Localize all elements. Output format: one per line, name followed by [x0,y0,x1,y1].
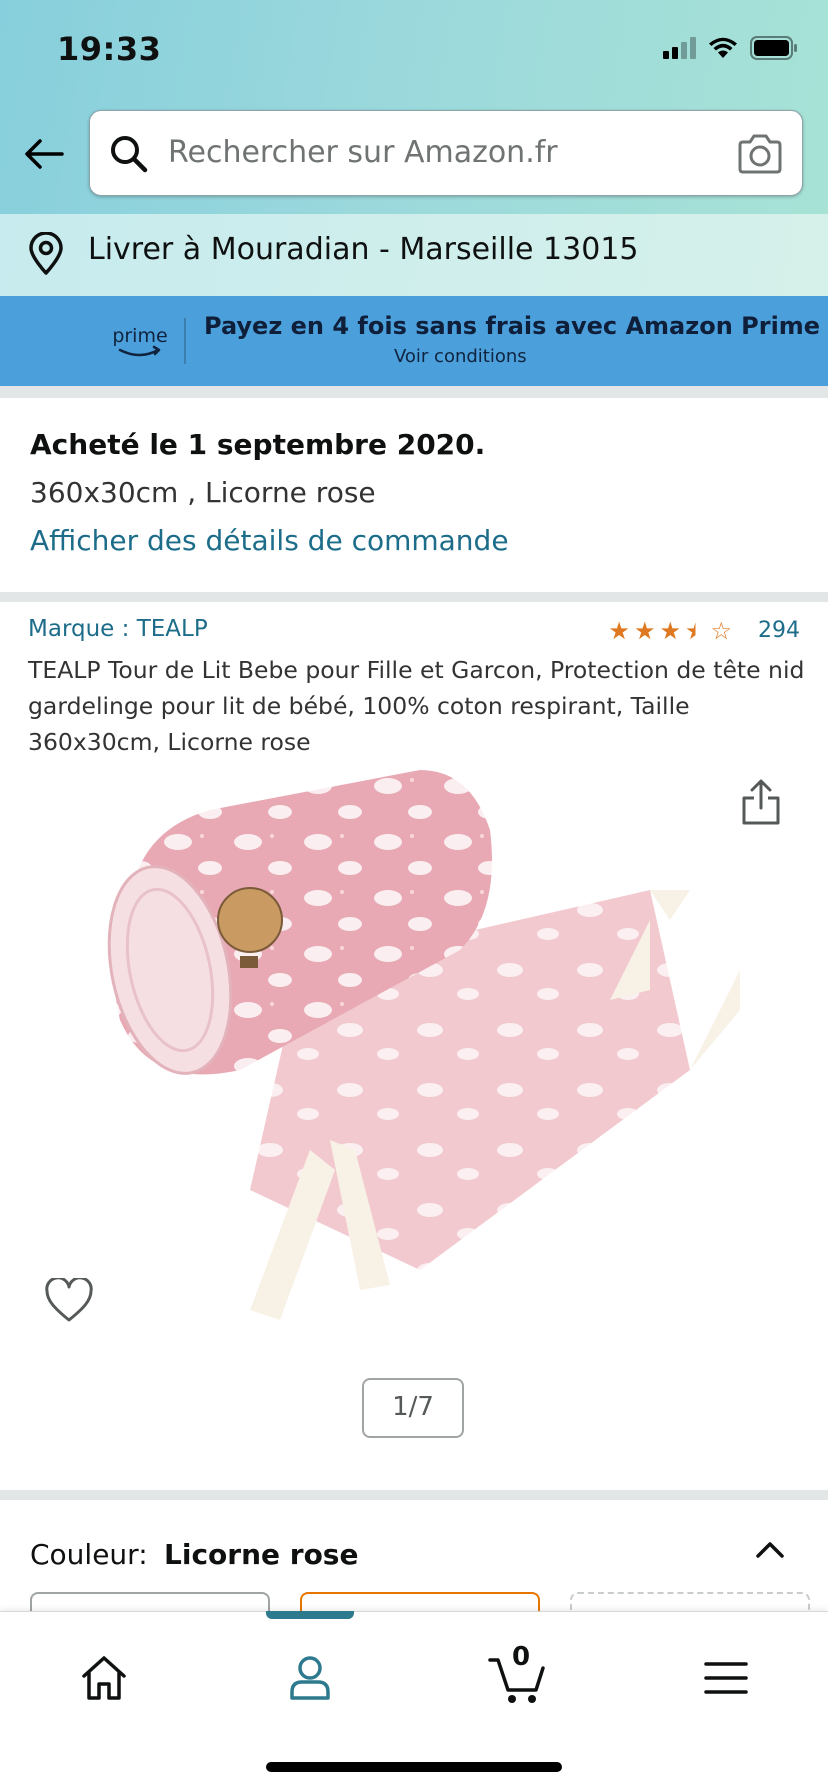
brand-link[interactable]: Marque : TEALP [28,616,208,642]
share-icon[interactable] [740,778,782,826]
rating-count[interactable]: 294 [758,618,800,643]
wifi-icon [709,37,737,58]
delivery-location-row[interactable]: Livrer à Mouradian - Marseille 13015 [0,214,828,296]
location-pin-icon [29,232,63,275]
search-input[interactable]: Rechercher sur Amazon.fr [89,110,803,196]
prime-banner-subtitle: Voir conditions [394,346,527,367]
order-details-link[interactable]: Afficher des détails de commande [30,524,509,557]
prime-banner[interactable]: prime Payez en 4 fois sans frais avec Am… [0,296,828,386]
back-arrow-icon[interactable] [20,130,68,178]
image-pager: 1/7 [362,1378,464,1438]
star-full-icon: ★ [608,616,630,645]
color-label: Couleur: [30,1538,148,1571]
chevron-up-icon[interactable] [752,1536,788,1564]
svg-text:prime: prime [112,325,167,347]
cart-count: 0 [512,1642,531,1672]
home-indicator [266,1762,562,1772]
battery-icon [750,36,797,60]
account-icon[interactable] [280,1648,340,1708]
star-full-icon: ★ [659,616,681,645]
heart-icon[interactable] [44,1278,94,1324]
active-tab-indicator [266,1611,354,1619]
product-title: TEALP Tour de Lit Bebe pour Fille et Gar… [28,656,805,756]
order-variant: 360x30cm , Licorne rose [30,476,376,509]
status-bar: 19:33 [0,0,828,100]
color-value: Licorne rose [164,1538,359,1571]
color-selector: Couleur: Licorne rose [0,1498,828,1632]
search-row: Rechercher sur Amazon.fr [0,110,828,198]
star-half-icon: ★ [684,616,707,645]
divider [0,386,828,398]
home-icon[interactable] [74,1648,134,1708]
delivery-address: Livrer à Mouradian - Marseille 13015 [88,232,639,267]
status-time: 19:33 [57,30,162,68]
order-info: Acheté le 1 septembre 2020. 360x30cm , L… [0,398,828,592]
status-icons [663,36,798,60]
camera-icon[interactable] [736,133,784,175]
cellular-signal-icon [663,37,696,59]
search-placeholder: Rechercher sur Amazon.fr [168,135,558,170]
product-section: Marque : TEALP ★ ★ ★ ★ ☆ 294 TEALP Tour … [0,602,828,1490]
rating[interactable]: ★ ★ ★ ★ ☆ 294 [608,618,800,643]
divider [0,592,828,602]
prime-banner-title: Payez en 4 fois sans frais avec Amazon P… [204,312,821,340]
header-area: 19:33 Rechercher sur Amazon.fr Livrer à … [0,0,828,296]
star-empty-icon: ☆ [710,616,732,645]
menu-icon[interactable] [696,1648,756,1708]
order-date: Acheté le 1 septembre 2020. [30,428,486,461]
star-full-icon: ★ [633,616,656,645]
product-image[interactable] [90,770,740,1346]
prime-divider [184,318,186,364]
prime-logo: prime [112,325,168,357]
search-icon [111,136,148,173]
